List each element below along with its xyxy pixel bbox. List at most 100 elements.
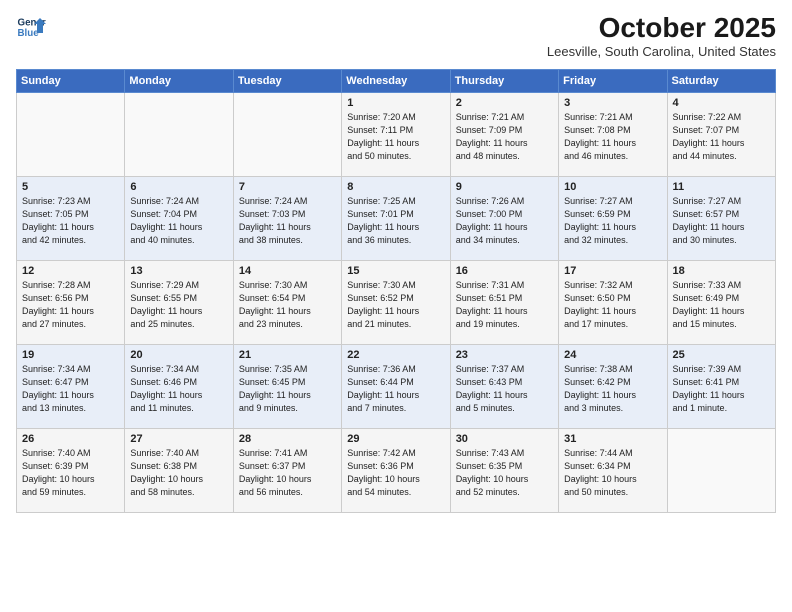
day-number: 11 <box>673 181 770 193</box>
day-number: 12 <box>22 265 119 277</box>
day-cell: 19 Sunrise: 7:34 AM Sunset: 6:47 PM Dayli… <box>17 345 125 429</box>
week-row-2: 5 Sunrise: 7:23 AM Sunset: 7:05 PM Daylig… <box>17 177 776 261</box>
day-cell: 26Sunrise: 7:40 AM Sunset: 6:39 PM Dayli… <box>17 429 125 513</box>
day-info: Sunrise: 7:30 AM Sunset: 6:54 PM Dayligh… <box>239 279 336 331</box>
day-cell: 30 Sunrise: 7:43 AM Sunset: 6:35 PM Dayli… <box>450 429 558 513</box>
day-info: Sunrise: 7:28 AM Sunset: 6:56 PM Dayligh… <box>22 279 119 331</box>
day-cell: 13Sunrise: 7:29 AM Sunset: 6:55 PM Dayli… <box>125 261 233 345</box>
day-cell: 29Sunrise: 7:42 AM Sunset: 6:36 PM Dayli… <box>342 429 450 513</box>
day-cell: 22 Sunrise: 7:36 AM Sunset: 6:44 PM Dayli… <box>342 345 450 429</box>
day-cell: 9Sunrise: 7:26 AM Sunset: 7:00 PM Daylig… <box>450 177 558 261</box>
day-info: Sunrise: 7:24 AM Sunset: 7:03 PM Dayligh… <box>239 195 336 247</box>
day-number: 16 <box>456 265 553 277</box>
day-info: Sunrise: 7:25 AM Sunset: 7:01 PM Dayligh… <box>347 195 444 247</box>
day-info: Sunrise: 7:22 AM Sunset: 7:07 PM Dayligh… <box>673 111 770 163</box>
day-info: Sunrise: 7:33 AM Sunset: 6:49 PM Dayligh… <box>673 279 770 331</box>
title-block: October 2025 Leesville, South Carolina, … <box>547 12 776 59</box>
day-info: Sunrise: 7:38 AM Sunset: 6:42 PM Dayligh… <box>564 363 661 415</box>
day-number: 2 <box>456 97 553 109</box>
day-number: 6 <box>130 181 227 193</box>
day-number: 9 <box>456 181 553 193</box>
week-row-4: 19 Sunrise: 7:34 AM Sunset: 6:47 PM Dayli… <box>17 345 776 429</box>
week-row-1: 1Sunrise: 7:20 AM Sunset: 7:11 PM Daylig… <box>17 93 776 177</box>
day-cell: 21 Sunrise: 7:35 AM Sunset: 6:45 PM Dayli… <box>233 345 341 429</box>
day-info: Sunrise: 7:34 AM Sunset: 6:47 PM Dayligh… <box>22 363 119 415</box>
day-cell: 3Sunrise: 7:21 AM Sunset: 7:08 PM Daylig… <box>559 93 667 177</box>
logo-icon: General Blue <box>16 12 46 42</box>
day-cell: 24 Sunrise: 7:38 AM Sunset: 6:42 PM Dayli… <box>559 345 667 429</box>
day-cell <box>233 93 341 177</box>
day-info: Sunrise: 7:37 AM Sunset: 6:43 PM Dayligh… <box>456 363 553 415</box>
col-sunday: Sunday <box>17 70 125 93</box>
day-info: Sunrise: 7:36 AM Sunset: 6:44 PM Dayligh… <box>347 363 444 415</box>
day-info: Sunrise: 7:40 AM Sunset: 6:38 PM Dayligh… <box>130 447 227 499</box>
week-row-5: 26Sunrise: 7:40 AM Sunset: 6:39 PM Dayli… <box>17 429 776 513</box>
day-cell <box>125 93 233 177</box>
day-number: 7 <box>239 181 336 193</box>
day-number: 5 <box>22 181 119 193</box>
day-number: 23 <box>456 349 553 361</box>
col-saturday: Saturday <box>667 70 775 93</box>
day-number: 22 <box>347 349 444 361</box>
day-number: 17 <box>564 265 661 277</box>
day-cell: 4 Sunrise: 7:22 AM Sunset: 7:07 PM Daylig… <box>667 93 775 177</box>
day-info: Sunrise: 7:21 AM Sunset: 7:09 PM Dayligh… <box>456 111 553 163</box>
day-cell: 18 Sunrise: 7:33 AM Sunset: 6:49 PM Dayli… <box>667 261 775 345</box>
day-info: Sunrise: 7:43 AM Sunset: 6:35 PM Dayligh… <box>456 447 553 499</box>
day-cell: 31Sunrise: 7:44 AM Sunset: 6:34 PM Dayli… <box>559 429 667 513</box>
day-cell: 27 Sunrise: 7:40 AM Sunset: 6:38 PM Dayli… <box>125 429 233 513</box>
col-wednesday: Wednesday <box>342 70 450 93</box>
day-info: Sunrise: 7:32 AM Sunset: 6:50 PM Dayligh… <box>564 279 661 331</box>
header: General Blue October 2025 Leesville, Sou… <box>16 12 776 59</box>
day-cell: 16 Sunrise: 7:31 AM Sunset: 6:51 PM Dayli… <box>450 261 558 345</box>
day-number: 27 <box>130 433 227 445</box>
day-info: Sunrise: 7:30 AM Sunset: 6:52 PM Dayligh… <box>347 279 444 331</box>
calendar-table: Sunday Monday Tuesday Wednesday Thursday… <box>16 69 776 513</box>
day-number: 15 <box>347 265 444 277</box>
day-number: 19 <box>22 349 119 361</box>
day-number: 1 <box>347 97 444 109</box>
day-cell: 10Sunrise: 7:27 AM Sunset: 6:59 PM Dayli… <box>559 177 667 261</box>
month-title: October 2025 <box>547 12 776 44</box>
col-monday: Monday <box>125 70 233 93</box>
day-cell <box>667 429 775 513</box>
week-row-3: 12 Sunrise: 7:28 AM Sunset: 6:56 PM Dayli… <box>17 261 776 345</box>
logo: General Blue <box>16 12 50 42</box>
day-cell: 14 Sunrise: 7:30 AM Sunset: 6:54 PM Dayli… <box>233 261 341 345</box>
col-thursday: Thursday <box>450 70 558 93</box>
col-tuesday: Tuesday <box>233 70 341 93</box>
day-cell: 25Sunrise: 7:39 AM Sunset: 6:41 PM Dayli… <box>667 345 775 429</box>
day-cell: 17 Sunrise: 7:32 AM Sunset: 6:50 PM Dayli… <box>559 261 667 345</box>
day-number: 18 <box>673 265 770 277</box>
day-info: Sunrise: 7:24 AM Sunset: 7:04 PM Dayligh… <box>130 195 227 247</box>
day-number: 20 <box>130 349 227 361</box>
day-cell: 6 Sunrise: 7:24 AM Sunset: 7:04 PM Daylig… <box>125 177 233 261</box>
col-friday: Friday <box>559 70 667 93</box>
day-cell: 12 Sunrise: 7:28 AM Sunset: 6:56 PM Dayli… <box>17 261 125 345</box>
day-info: Sunrise: 7:40 AM Sunset: 6:39 PM Dayligh… <box>22 447 119 499</box>
day-info: Sunrise: 7:23 AM Sunset: 7:05 PM Dayligh… <box>22 195 119 247</box>
day-cell: 11 Sunrise: 7:27 AM Sunset: 6:57 PM Dayli… <box>667 177 775 261</box>
day-number: 4 <box>673 97 770 109</box>
day-info: Sunrise: 7:35 AM Sunset: 6:45 PM Dayligh… <box>239 363 336 415</box>
day-cell: 23 Sunrise: 7:37 AM Sunset: 6:43 PM Dayli… <box>450 345 558 429</box>
day-cell <box>17 93 125 177</box>
day-cell: 2 Sunrise: 7:21 AM Sunset: 7:09 PM Daylig… <box>450 93 558 177</box>
day-info: Sunrise: 7:34 AM Sunset: 6:46 PM Dayligh… <box>130 363 227 415</box>
day-info: Sunrise: 7:27 AM Sunset: 6:57 PM Dayligh… <box>673 195 770 247</box>
day-cell: 5 Sunrise: 7:23 AM Sunset: 7:05 PM Daylig… <box>17 177 125 261</box>
day-number: 14 <box>239 265 336 277</box>
day-info: Sunrise: 7:41 AM Sunset: 6:37 PM Dayligh… <box>239 447 336 499</box>
day-info: Sunrise: 7:31 AM Sunset: 6:51 PM Dayligh… <box>456 279 553 331</box>
day-cell: 8Sunrise: 7:25 AM Sunset: 7:01 PM Daylig… <box>342 177 450 261</box>
day-number: 24 <box>564 349 661 361</box>
calendar-page: General Blue October 2025 Leesville, Sou… <box>0 0 792 612</box>
day-cell: 28 Sunrise: 7:41 AM Sunset: 6:37 PM Dayli… <box>233 429 341 513</box>
header-row: Sunday Monday Tuesday Wednesday Thursday… <box>17 70 776 93</box>
day-number: 21 <box>239 349 336 361</box>
day-info: Sunrise: 7:21 AM Sunset: 7:08 PM Dayligh… <box>564 111 661 163</box>
day-info: Sunrise: 7:27 AM Sunset: 6:59 PM Dayligh… <box>564 195 661 247</box>
svg-text:Blue: Blue <box>18 28 40 39</box>
day-number: 28 <box>239 433 336 445</box>
day-number: 30 <box>456 433 553 445</box>
